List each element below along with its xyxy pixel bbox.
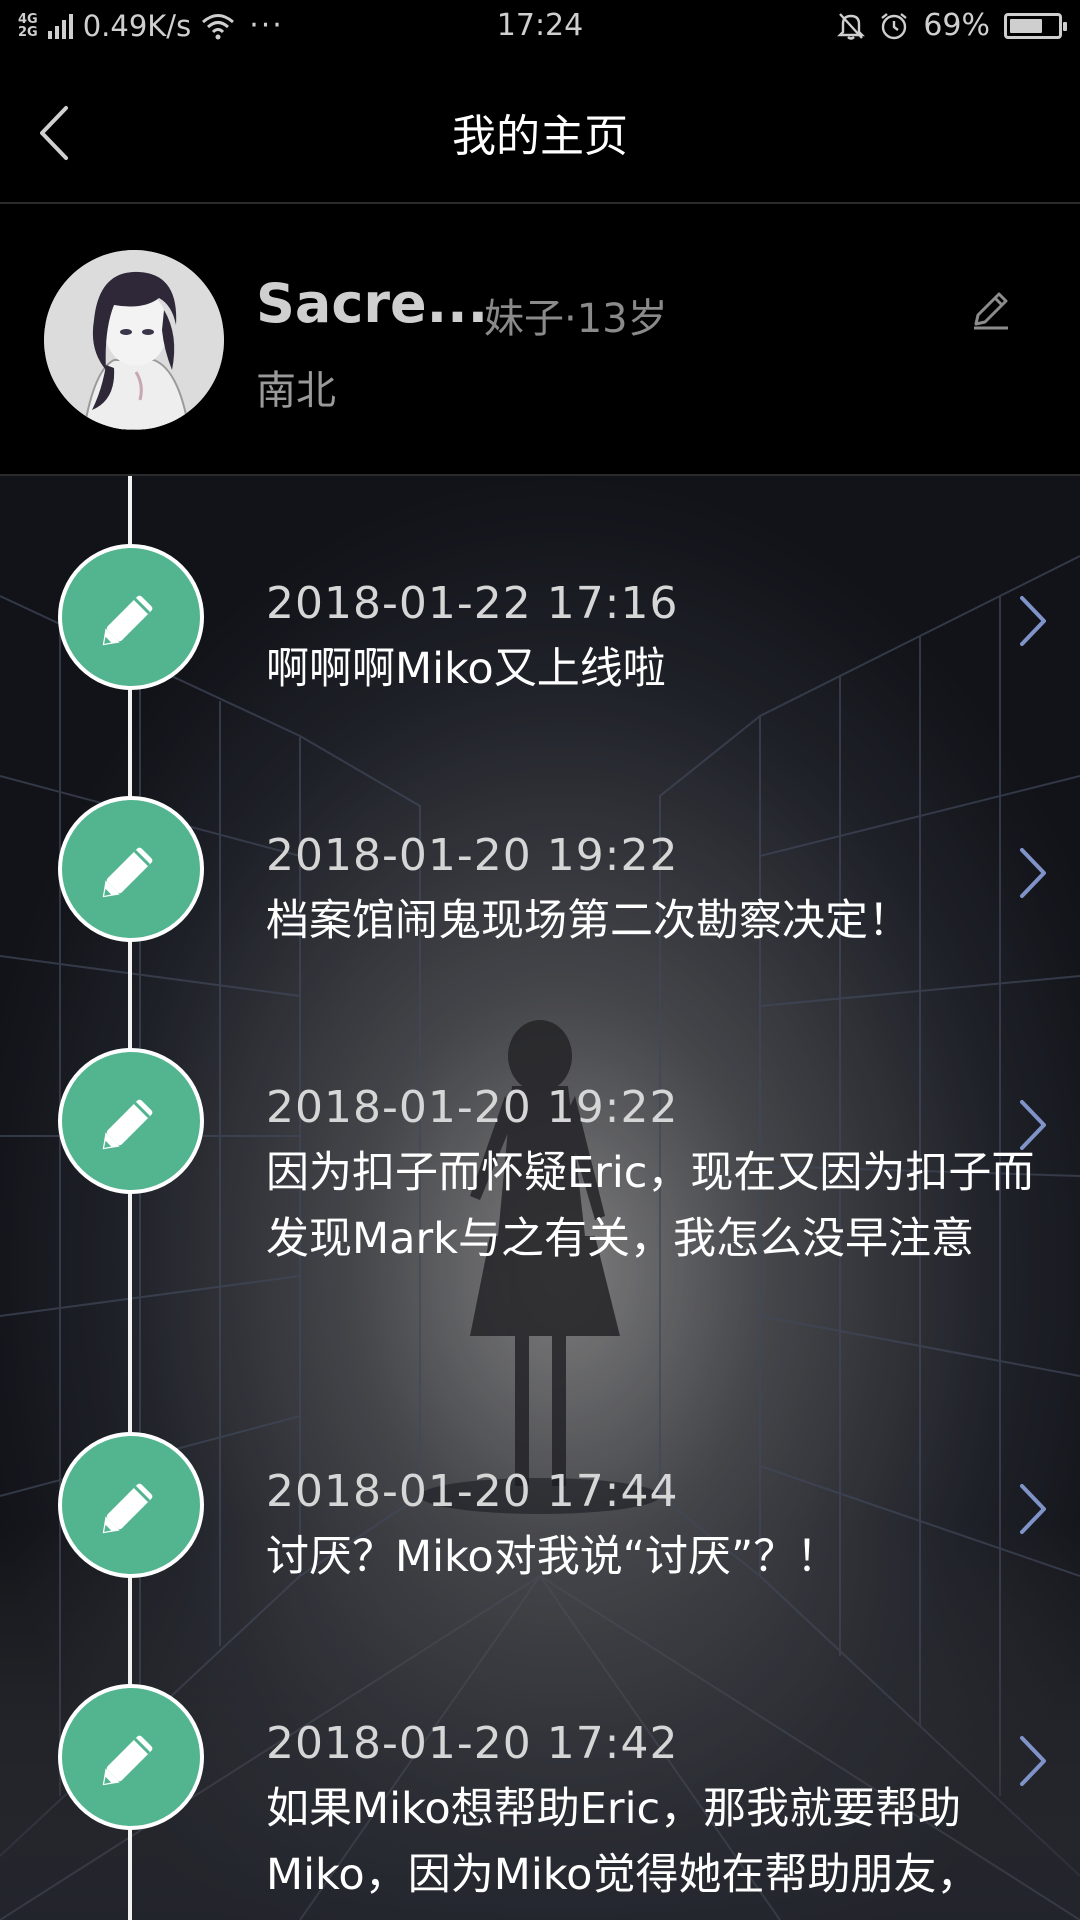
timeline-entry[interactable]: 2018-01-20 17:42 如果Miko想帮助Eric，那我就要帮助Mik…	[0, 1684, 1080, 1920]
chevron-right-icon	[1020, 1736, 1046, 1786]
pencil-icon	[102, 1099, 153, 1150]
battery-fill	[1010, 18, 1042, 33]
battery-percent: 69%	[923, 8, 990, 43]
chevron-right-icon	[1020, 848, 1046, 898]
chevron-right-icon	[1020, 1484, 1046, 1534]
timeline-entry[interactable]: 2018-01-22 17:16 啊啊啊Miko又上线啦	[0, 544, 1080, 754]
chevron-right-icon	[1020, 1100, 1046, 1150]
alarm-icon	[881, 12, 908, 39]
gender-age: 妹子·13岁	[484, 296, 668, 342]
pencil-icon[interactable]	[966, 284, 1016, 334]
pencil-icon	[102, 847, 153, 898]
entry-date: 2018-01-20 17:44	[266, 1466, 679, 1517]
avatar-image	[44, 250, 224, 430]
entry-pencil-badge	[58, 1048, 204, 1194]
location: 南北	[256, 368, 336, 414]
screen: 4G 2G 0.49K/s ··· 17:24 69% 我的主页 Sacre..…	[0, 0, 1080, 1920]
nav-bar: 我的主页	[0, 56, 1080, 204]
entry-date: 2018-01-22 17:16	[266, 578, 679, 629]
entry-pencil-badge	[58, 796, 204, 942]
entry-date: 2018-01-20 19:22	[266, 1082, 679, 1133]
timeline-entry[interactable]: 2018-01-20 17:44 讨厌？Miko对我说“讨厌”？！	[0, 1432, 1080, 1642]
pencil-icon	[102, 595, 153, 646]
status-bar: 4G 2G 0.49K/s ··· 17:24 69%	[0, 0, 1080, 56]
entry-pencil-badge	[58, 544, 204, 690]
battery-icon	[1004, 12, 1067, 39]
entry-pencil-badge	[58, 1432, 204, 1578]
entry-date: 2018-01-20 17:42	[266, 1718, 679, 1769]
entry-text: 因为扣子而怀疑Eric，现在又因为扣子而发现Mark与之有关，我怎么没早注意	[266, 1148, 1035, 1264]
timeline: 2018-01-22 17:16 啊啊啊Miko又上线啦 2018-01-20 …	[0, 476, 1080, 1920]
pencil-icon	[102, 1735, 153, 1786]
entry-date: 2018-01-20 19:22	[266, 830, 679, 881]
timeline-entry[interactable]: 2018-01-20 19:22 档案馆闹鬼现场第二次勘察决定！	[0, 796, 1080, 1006]
chevron-right-icon	[1020, 596, 1046, 646]
entry-text: 啊啊啊Miko又上线啦	[266, 644, 666, 694]
entry-text: 讨厌？Miko对我说“讨厌”？！	[266, 1532, 840, 1582]
nickname: Sacre...	[256, 272, 489, 335]
entry-text: 档案馆闹鬼现场第二次勘察决定！	[266, 896, 911, 946]
status-right: 69%	[837, 8, 1067, 43]
entry-text: 如果Miko想帮助Eric，那我就要帮助Miko，因为Miko觉得她在帮助朋友，	[266, 1784, 980, 1900]
avatar[interactable]	[44, 250, 224, 430]
timeline-entry[interactable]: 2018-01-20 19:22 因为扣子而怀疑Eric，现在又因为扣子而发现M…	[0, 1048, 1080, 1388]
page-title: 我的主页	[452, 111, 628, 162]
entry-pencil-badge	[58, 1684, 204, 1830]
profile-header: Sacre... 妹子·13岁 南北	[0, 204, 1080, 476]
mute-bell-icon	[837, 12, 866, 40]
pencil-icon	[102, 1483, 153, 1534]
